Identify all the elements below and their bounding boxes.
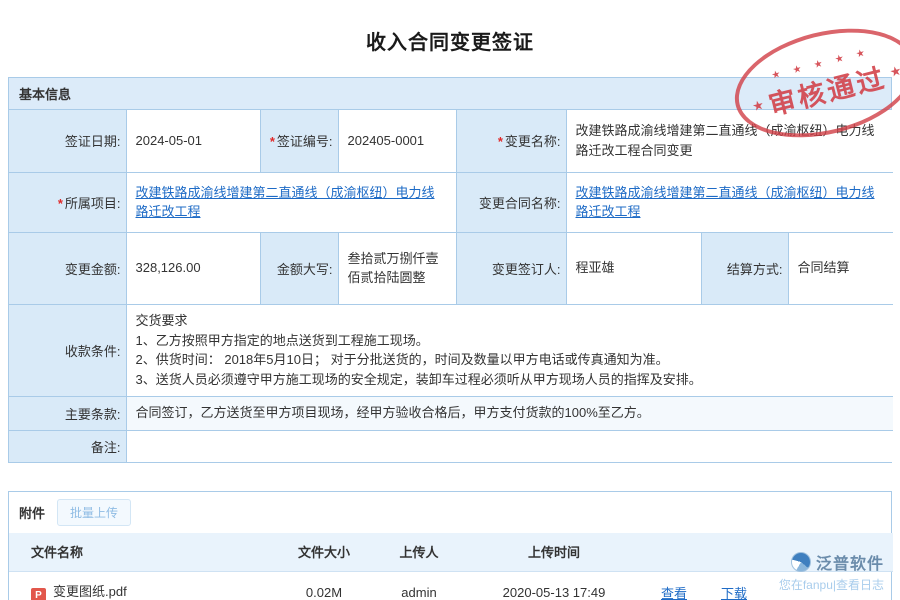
col-file-size: 文件大小 [274,533,374,571]
payment-terms-label: 收款条件: [9,304,126,396]
attachment-upload-time: 2020-05-13 17:49 [464,571,644,600]
attachments-header: 附件 批量上传 [9,492,891,533]
col-upload-time: 上传时间 [464,533,644,571]
change-contract-label: 变更合同名称: [456,172,566,232]
col-view [644,533,704,571]
amount-cn-value: 叁拾贰万捌仟壹佰贰拾陆圆整 [338,232,456,304]
main-terms-value: 合同签订，乙方送货至甲方项目现场，经甲方验收合格后，甲方支付货款的100%至乙方… [126,396,893,430]
page: 收入合同变更签证 ★ ★ ★ ★ ★ ★ 审核通过 ★ 基本信息 签证日期: 2… [0,0,900,600]
col-uploader: 上传人 [374,533,464,571]
change-contract-link[interactable]: 改建铁路成渝线增建第二直通线（成渝枢纽）电力线路迁改工程 [576,185,875,220]
basic-info-section-header: 基本信息 [9,78,891,110]
fanpu-brand-text: 泛普软件 [816,550,884,574]
row-sign-date: 签证日期: 2024-05-01 *签证编号: 202405-0001 *变更名… [9,110,893,172]
attachments-table-header-row: 文件名称 文件大小 上传人 上传时间 [9,533,893,571]
attachments-title: 附件 [19,503,45,522]
sign-no-label-text: 签证编号: [277,134,333,149]
page-title: 收入合同变更签证 [8,0,892,55]
attachments-section: 附件 批量上传 文件名称 文件大小 上传人 上传时间 [8,491,892,600]
row-project: *所属项目: 改建铁路成渝线增建第二直通线（成渝枢纽）电力线路迁改工程 变更合同… [9,172,893,232]
required-asterisk: * [270,134,275,149]
attachment-file-cell: P 变更图纸.pdf [9,571,274,600]
settlement-label-text: 结算方式: [727,262,783,277]
main-terms-label-text: 主要条款: [65,407,121,422]
project-link[interactable]: 改建铁路成渝线增建第二直通线（成渝枢纽）电力线路迁改工程 [136,185,435,220]
attachments-table: 文件名称 文件大小 上传人 上传时间 P 变更图纸.pdf 0.02M admin [9,533,893,600]
signer-label-text: 变更签订人: [492,262,561,277]
change-name-label: *变更名称: [456,110,566,172]
amount-cn-label: 金额大写: [260,232,338,304]
amount-cn-label-text: 金额大写: [277,262,333,277]
payment-terms-label-text: 收款条件: [65,344,121,359]
settlement-label: 结算方式: [701,232,788,304]
watermark-marquee-text: 您在fanpu|查看日志 [779,576,884,593]
row-payment-terms: 收款条件: 交货要求 1、乙方按照甲方指定的地点送货到工程施工现场。 2、供货时… [9,304,893,396]
sign-date-label: 签证日期: [9,110,126,172]
project-value: 改建铁路成渝线增建第二直通线（成渝枢纽）电力线路迁改工程 [126,172,456,232]
row-amount: 变更金额: 328,126.00 金额大写: 叁拾贰万捌仟壹佰贰拾陆圆整 变更签… [9,232,893,304]
amount-label-text: 变更金额: [65,262,121,277]
main-terms-label: 主要条款: [9,396,126,430]
attachment-file-name: 变更图纸.pdf [53,584,127,599]
project-label: *所属项目: [9,172,126,232]
attachment-uploader: admin [374,571,464,600]
fanpu-watermark: 泛普软件 [791,550,884,574]
row-main-terms: 主要条款: 合同签订，乙方送货至甲方项目现场，经甲方验收合格后，甲方支付货款的1… [9,396,893,430]
attachment-row: P 变更图纸.pdf 0.02M admin 2020-05-13 17:49 查… [9,571,893,600]
payment-terms-value: 交货要求 1、乙方按照甲方指定的地点送货到工程施工现场。 2、供货时间： 201… [126,304,893,396]
change-name-value: 改建铁路成渝线增建第二直通线（成渝枢纽）电力线路迁改工程合同变更 [566,110,893,172]
download-link[interactable]: 下载 [721,586,747,600]
pdf-file-icon: P [31,588,46,600]
amount-value: 328,126.00 [126,232,260,304]
change-name-label-text: 变更名称: [505,134,561,149]
col-file-name: 文件名称 [9,533,274,571]
remark-value [126,430,893,462]
amount-label: 变更金额: [9,232,126,304]
change-contract-value: 改建铁路成渝线增建第二直通线（成渝枢纽）电力线路迁改工程 [566,172,893,232]
col-download [704,533,764,571]
sign-no-label: *签证编号: [260,110,338,172]
settlement-value: 合同结算 [788,232,893,304]
remark-label: 备注: [9,430,126,462]
sign-date-value: 2024-05-01 [126,110,260,172]
required-asterisk: * [498,134,503,149]
project-label-text: 所属项目: [65,196,121,211]
basic-info-section: 基本信息 签证日期: 2024-05-01 *签证编号: 202405-0001… [8,77,892,463]
change-contract-label-text: 变更合同名称: [479,196,561,211]
batch-upload-button[interactable]: 批量上传 [57,499,131,526]
fanpu-logo-icon [791,552,811,572]
attachment-file-size: 0.02M [274,571,374,600]
signer-label: 变更签订人: [456,232,566,304]
remark-label-text: 备注: [91,440,121,455]
sign-no-value: 202405-0001 [338,110,456,172]
basic-info-table: 签证日期: 2024-05-01 *签证编号: 202405-0001 *变更名… [9,110,893,462]
attachment-view-cell: 查看 [644,571,704,600]
row-remark: 备注: [9,430,893,462]
view-link[interactable]: 查看 [661,586,687,600]
attachment-download-cell: 下载 [704,571,764,600]
sign-date-label-text: 签证日期: [65,134,121,149]
signer-value: 程亚雄 [566,232,701,304]
required-asterisk: * [58,196,63,211]
